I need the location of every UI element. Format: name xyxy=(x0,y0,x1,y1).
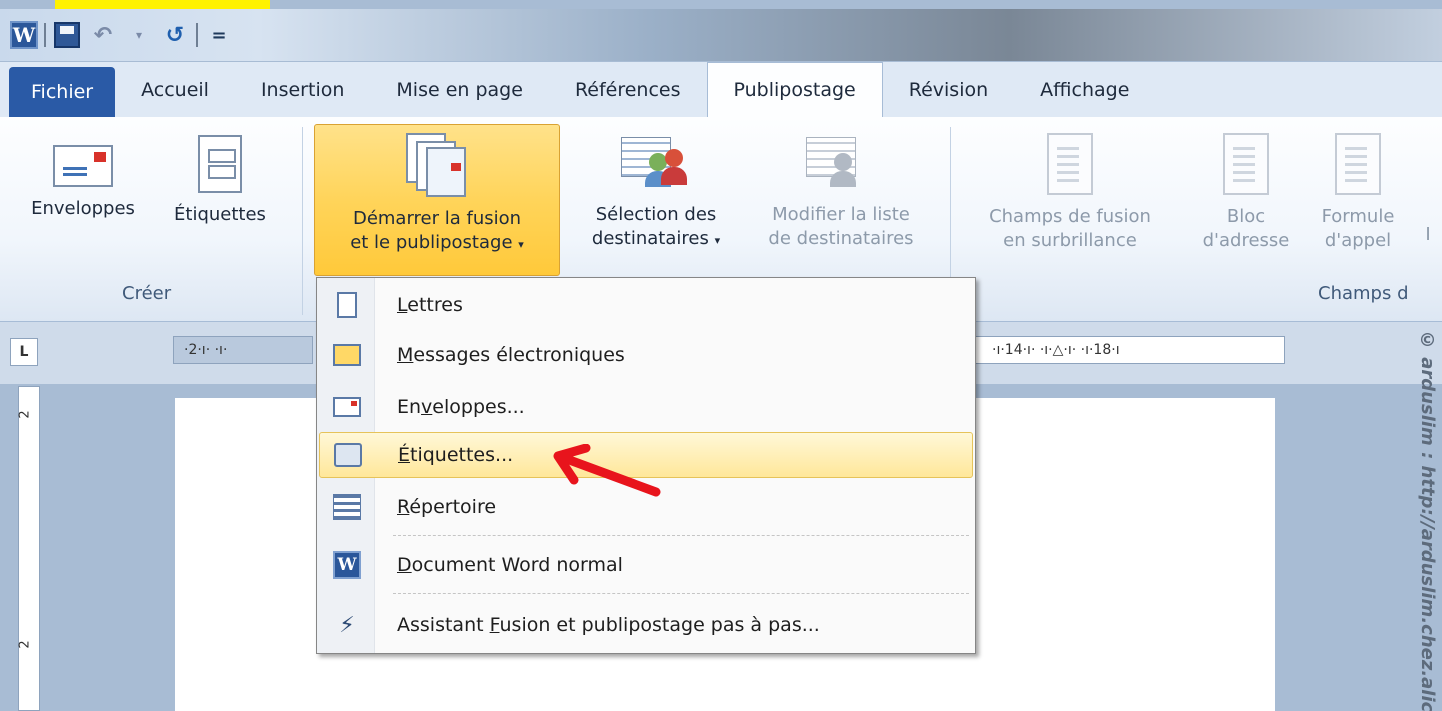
menu-item-label: Assistant xyxy=(397,614,490,636)
menu-separator xyxy=(393,535,969,536)
save-button[interactable] xyxy=(52,20,82,50)
label-printer-icon xyxy=(334,443,362,467)
menu-item-label: tiquettes... xyxy=(410,444,514,466)
champs-surbrillance-button[interactable]: Champs de fusion en surbrillance xyxy=(960,127,1180,277)
menu-item-accesskey: É xyxy=(398,444,411,466)
etiquettes-label: Étiquettes xyxy=(174,204,266,225)
page-icon xyxy=(1047,133,1093,195)
ribbon-tabs: Fichier Accueil Insertion Mise en page R… xyxy=(0,62,1442,117)
demarrer-fusion-button[interactable]: Démarrer la fusion et le publipostage ▾ xyxy=(314,124,560,276)
qat-separator xyxy=(44,23,46,47)
page-icon xyxy=(1335,133,1381,195)
formule-label-line1: Formule xyxy=(1321,206,1395,227)
group-label-creer: Créer xyxy=(122,283,172,304)
selection-destinataires-button[interactable]: Sélection des destinataires ▾ xyxy=(566,127,746,277)
menu-item-label: ocument Word normal xyxy=(411,554,623,576)
bloc-adresse-button[interactable]: Bloc d'adresse xyxy=(1188,127,1304,277)
tab-publipostage[interactable]: Publipostage xyxy=(706,62,883,117)
menu-item-label: En xyxy=(397,396,422,418)
tab-revision[interactable]: Révision xyxy=(883,62,1014,117)
undo-dropdown-button[interactable]: ▾ xyxy=(124,20,154,50)
letter-document-icon xyxy=(337,292,357,318)
champs-label-line2: en surbrillance xyxy=(1003,230,1137,251)
selection-label-line1: Sélection des xyxy=(595,204,717,225)
formule-label-line2: d'appel xyxy=(1324,230,1392,251)
undo-button[interactable]: ↶ xyxy=(88,20,118,50)
undo-icon: ↶ xyxy=(93,22,113,48)
edit-recipients-icon xyxy=(806,133,876,193)
enveloppes-button[interactable]: Enveloppes xyxy=(18,127,148,277)
directory-list-icon xyxy=(333,494,361,520)
menu-item-messages-electroniques[interactable]: Messages électroniques xyxy=(319,332,973,378)
group-separator xyxy=(302,127,303,315)
email-envelope-icon xyxy=(333,344,361,366)
redo-icon: ↺ xyxy=(165,22,185,48)
word-document-icon: W xyxy=(333,551,361,579)
tab-insertion[interactable]: Insertion xyxy=(235,62,370,117)
menu-item-accesskey: v xyxy=(421,396,433,418)
tab-selector-button[interactable]: L xyxy=(10,338,38,366)
customize-qat-button[interactable]: = xyxy=(204,20,234,50)
modifier-label-line2: de destinataires xyxy=(768,228,914,249)
modifier-label-line1: Modifier la liste xyxy=(772,204,910,225)
page-icon xyxy=(1223,133,1269,195)
highlight-strip xyxy=(55,0,270,9)
tab-accueil[interactable]: Accueil xyxy=(115,62,235,117)
chevron-down-icon: ▾ xyxy=(135,28,143,42)
menu-item-accesskey: R xyxy=(397,496,410,518)
enveloppes-label: Enveloppes xyxy=(31,198,135,219)
quick-access-toolbar: W ↶ ▾ ↺ = xyxy=(10,20,234,50)
modifier-liste-button[interactable]: Modifier la liste de destinataires xyxy=(746,127,936,277)
bloc-label-line2: d'adresse xyxy=(1202,230,1290,251)
menu-separator xyxy=(393,593,969,594)
wizard-wand-icon: ⚡ xyxy=(339,612,355,638)
vertical-ruler[interactable]: 2 2 xyxy=(18,386,40,711)
menu-item-assistant-fusion[interactable]: ⚡ Assistant Fusion et publipostage pas à… xyxy=(319,602,973,648)
envelope-icon xyxy=(333,397,361,417)
demarrer-label-line2: et le publipostage xyxy=(350,232,513,253)
menu-item-label: essages électroniques xyxy=(413,344,625,366)
tab-mise-en-page[interactable]: Mise en page xyxy=(370,62,549,117)
menu-item-accesskey: M xyxy=(397,344,414,366)
group-label-champs: Champs d xyxy=(1318,283,1409,304)
horizontal-ruler-right[interactable]: ·ı·14·ı· ·ı·△·ı· ·ı·18·ı xyxy=(975,336,1285,364)
menu-item-enveloppes[interactable]: Enveloppes... xyxy=(319,384,973,430)
menu-item-lettres[interactable]: Lettres xyxy=(319,282,973,328)
menu-item-accesskey: F xyxy=(489,614,500,636)
save-icon xyxy=(54,22,80,48)
tab-references[interactable]: Références xyxy=(549,62,707,117)
copyright-watermark: © arduslim : http://arduslim.chez.alice.… xyxy=(1417,330,1438,711)
label-sheet-icon xyxy=(198,135,242,193)
documents-icon xyxy=(406,133,468,197)
vertical-ruler-mark: 2 xyxy=(17,640,33,649)
menu-item-label: usion et publipostage pas à pas... xyxy=(499,614,820,636)
chevron-down-icon: ▾ xyxy=(714,234,721,247)
vertical-ruler-mark: 2 xyxy=(17,410,33,419)
inserer-label-cut: I xyxy=(1425,224,1431,245)
qat-separator xyxy=(196,23,198,47)
bloc-label-line1: Bloc xyxy=(1226,206,1266,227)
tab-fichier[interactable]: Fichier xyxy=(9,67,116,117)
chevron-down-icon: ▾ xyxy=(518,238,524,251)
envelope-icon xyxy=(53,145,113,187)
menu-item-label: eloppes... xyxy=(432,396,525,418)
menu-item-label: épertoire xyxy=(409,496,497,518)
inserer-champ-button-cut[interactable]: I xyxy=(1418,223,1438,253)
menu-item-accesskey: D xyxy=(397,554,412,576)
recipients-icon xyxy=(621,133,691,193)
menu-item-label: ettres xyxy=(407,294,463,316)
redo-button[interactable]: ↺ xyxy=(160,20,190,50)
demarrer-label-line1: Démarrer la fusion xyxy=(352,208,522,229)
selection-label-line2: destinataires xyxy=(591,228,709,249)
champs-label-line1: Champs de fusion xyxy=(989,206,1151,227)
formule-appel-button[interactable]: Formule d'appel xyxy=(1304,127,1412,277)
red-arrow-annotation xyxy=(553,444,661,497)
tab-affichage[interactable]: Affichage xyxy=(1014,62,1155,117)
horizontal-ruler-left[interactable]: ·2·ı· ·ı· xyxy=(173,336,313,364)
etiquettes-button[interactable]: Étiquettes xyxy=(150,127,290,277)
menu-item-accesskey: L xyxy=(397,294,408,316)
menu-item-document-word-normal[interactable]: W Document Word normal xyxy=(319,542,973,588)
word-logo-icon[interactable]: W xyxy=(10,21,38,49)
